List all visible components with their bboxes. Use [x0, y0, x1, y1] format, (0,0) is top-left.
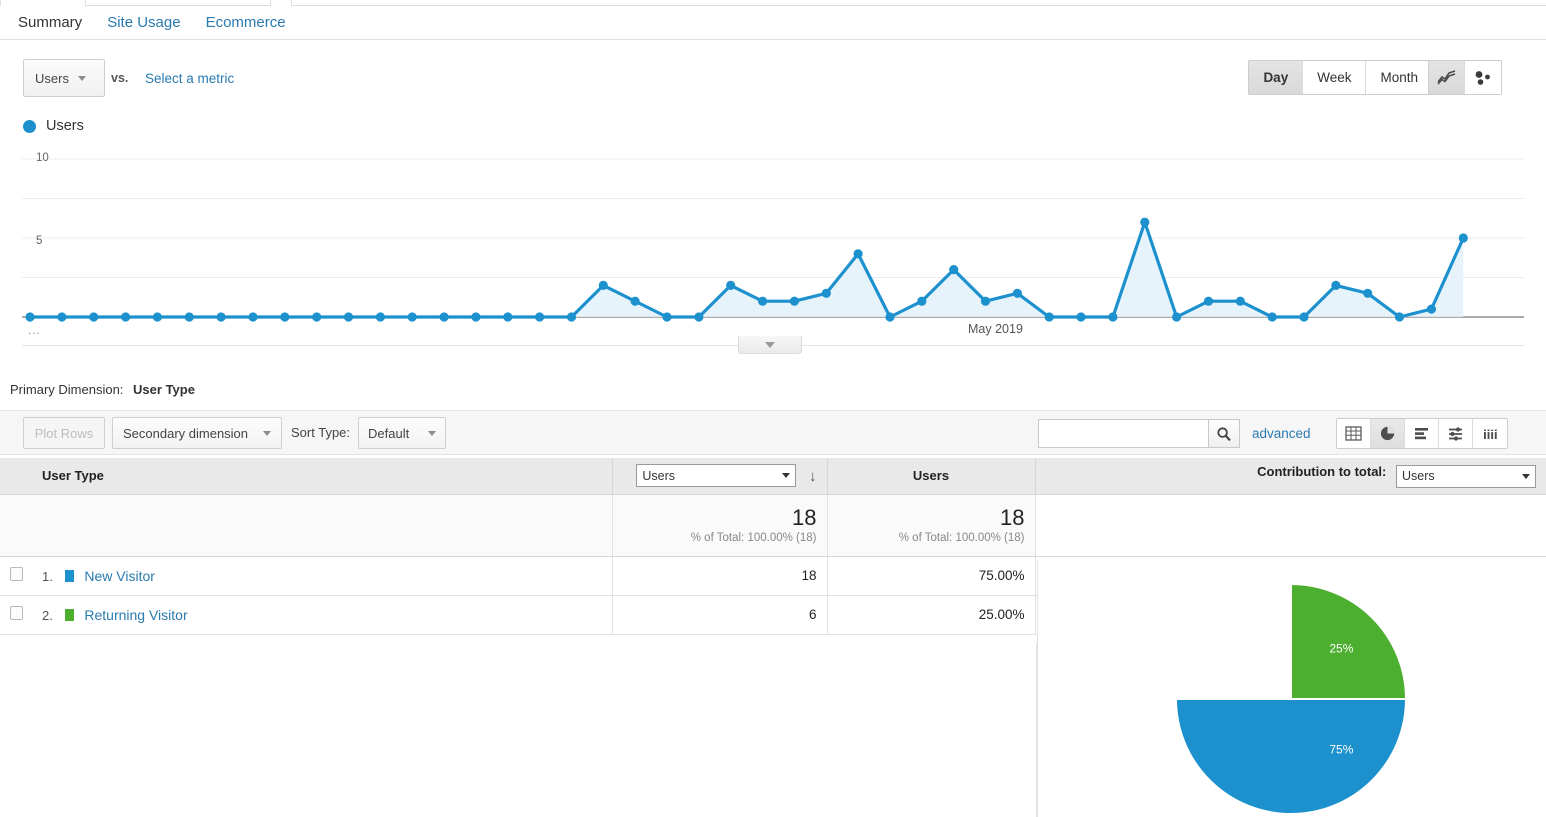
totals-dimension-cell: [32, 494, 613, 557]
tab-summary[interactable]: Summary: [18, 14, 82, 31]
select-all-header: [0, 458, 32, 495]
totals-metric1-sub: % of Total: 100.00% (18): [690, 532, 817, 545]
row-metric2-cell: 75.00%: [827, 556, 1036, 596]
totals-metric1-value: 18: [792, 504, 817, 530]
contribution-select[interactable]: Users: [1396, 464, 1536, 488]
totals-metric2-cell: 18 % of Total: 100.00% (18): [827, 494, 1036, 557]
table-totals-row: 18 % of Total: 100.00% (18) 18 % of Tota…: [0, 494, 1546, 557]
row-dimension-cell: 1. New Visitor: [32, 556, 613, 596]
x-axis-month-label: May 2019: [968, 322, 1023, 336]
totals-metric1-cell: 18 % of Total: 100.00% (18): [612, 494, 828, 557]
row-index: 1.: [42, 568, 53, 584]
chevron-down-icon: [1522, 473, 1530, 479]
granularity-toggle: Day Week Month: [1248, 60, 1433, 95]
row-metric1-cell: 18: [612, 556, 828, 596]
granularity-day[interactable]: Day: [1249, 61, 1304, 94]
primary-dimension: Primary Dimension: User Type: [10, 382, 195, 397]
row-dimension-cell: 2. Returning Visitor: [32, 595, 613, 635]
row-metric1-cell: 6: [612, 595, 828, 635]
advanced-search-link[interactable]: advanced: [1252, 426, 1311, 441]
legend-color-dot: [23, 119, 36, 133]
y-axis-label-10: 10: [36, 152, 49, 164]
row-checkbox[interactable]: [10, 606, 23, 620]
sort-type-button[interactable]: Default: [358, 417, 446, 449]
row-index: 2.: [42, 607, 53, 623]
row-checkbox-cell: [0, 595, 32, 635]
plot-rows-label: Plot Rows: [34, 425, 94, 441]
users-timeseries-chart[interactable]: [0, 145, 1546, 345]
analytics-report-page: Summary Site Usage Ecommerce Users vs. S…: [0, 0, 1546, 817]
totals-metric2-sub: % of Total: 100.00% (18): [898, 532, 1025, 545]
chevron-down-icon: [782, 473, 791, 479]
table-search: [1038, 419, 1240, 448]
search-input[interactable]: [1038, 419, 1208, 448]
svg-text:25%: 25%: [1329, 642, 1353, 656]
metric1-header: Users ↓: [612, 458, 828, 495]
granularity-week[interactable]: Week: [1303, 61, 1367, 94]
tab-ecommerce[interactable]: Ecommerce: [206, 14, 286, 31]
table-view-icon[interactable]: [1337, 419, 1371, 448]
row-metric2-cell: 25.00%: [827, 595, 1036, 635]
primary-dimension-value[interactable]: User Type: [133, 382, 195, 397]
table-empty-area: [0, 643, 1037, 817]
report-tabbar: Summary Site Usage Ecommerce: [0, 6, 1546, 40]
svg-text:75%: 75%: [1329, 742, 1353, 756]
row-dimension-link[interactable]: Returning Visitor: [84, 607, 187, 623]
secondary-dimension-button[interactable]: Secondary dimension: [112, 417, 282, 449]
chevron-down-icon: [428, 430, 436, 436]
pie-view-icon[interactable]: [1371, 419, 1405, 448]
sort-type-label: Sort Type:: [291, 425, 351, 440]
sort-direction-icon[interactable]: ↓: [809, 468, 817, 485]
legend-series-label: Users: [46, 118, 84, 134]
row-color-swatch: [64, 608, 74, 621]
totals-metric2-value: 18: [1000, 504, 1025, 530]
chevron-down-icon: [77, 75, 86, 81]
plot-rows-button[interactable]: Plot Rows: [23, 417, 105, 449]
contribution-pie-chart[interactable]: 75% 25%: [1038, 561, 1546, 817]
granularity-month[interactable]: Month: [1366, 61, 1432, 94]
metric1-select-value: Users: [642, 468, 676, 483]
sort-type-value: Default: [368, 425, 410, 441]
primary-metric-button[interactable]: Users: [23, 59, 105, 97]
performance-view-icon[interactable]: [1439, 419, 1473, 448]
line-chart-icon[interactable]: [1429, 61, 1465, 94]
x-axis-truncation-marker: ...: [28, 325, 41, 337]
contribution-pie-panel: 75% 25%: [1037, 561, 1546, 817]
vs-label: vs.: [111, 71, 129, 85]
view-type-toggle: [1336, 418, 1508, 449]
totals-checkbox-cell: [0, 494, 32, 557]
bar-view-icon[interactable]: [1405, 419, 1439, 448]
chevron-down-icon: [263, 430, 271, 436]
dimension-header[interactable]: User Type: [32, 458, 613, 495]
y-axis-label-5: 5: [36, 235, 43, 247]
row-color-swatch: [64, 569, 74, 582]
search-icon: [1217, 426, 1231, 441]
pivot-view-icon[interactable]: [1473, 419, 1507, 448]
secondary-dimension-label: Secondary dimension: [123, 425, 249, 441]
table-header-row: User Type Users ↓ Users Contribution to …: [0, 458, 1546, 495]
primary-dimension-label: Primary Dimension:: [10, 382, 124, 397]
contribution-label: Contribution to total:: [1257, 464, 1387, 479]
row-checkbox-cell: [0, 556, 32, 596]
line-chart-svg: [22, 158, 1524, 322]
contribution-header: Contribution to total: Users: [1035, 458, 1546, 495]
totals-contribution-cell: [1035, 494, 1546, 557]
select-a-metric-link[interactable]: Select a metric: [145, 71, 234, 86]
row-dimension-link[interactable]: New Visitor: [84, 568, 155, 584]
chevron-down-icon: [765, 341, 775, 348]
motion-chart-icon[interactable]: [1465, 61, 1501, 94]
search-button[interactable]: [1208, 419, 1240, 448]
chart-legend: Users: [23, 118, 84, 134]
metric2-header[interactable]: Users: [827, 458, 1036, 495]
primary-metric-label: Users: [35, 70, 69, 86]
chart-type-toggle: [1428, 60, 1502, 95]
row-checkbox[interactable]: [10, 567, 23, 581]
contribution-select-value: Users: [1402, 469, 1435, 483]
metric1-select[interactable]: Users: [636, 464, 797, 488]
collapse-chart-button[interactable]: [738, 336, 802, 354]
tab-site-usage[interactable]: Site Usage: [107, 14, 180, 31]
